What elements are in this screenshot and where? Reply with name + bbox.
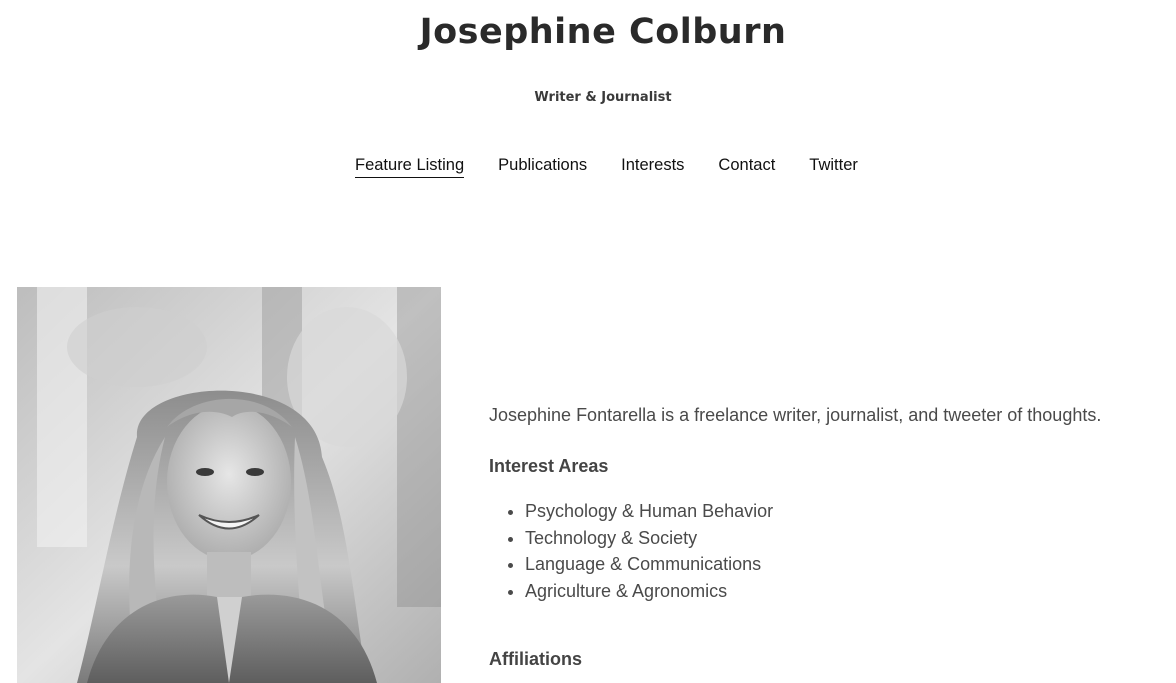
nav-link-feature-listing[interactable]: Feature Listing — [355, 156, 465, 178]
main-nav: Feature Listing Publications Interests C… — [355, 156, 858, 178]
interest-areas-heading: Interest Areas — [489, 456, 609, 476]
site-tagline: Writer & Journalist — [534, 90, 672, 105]
nav-link-contact[interactable]: Contact — [718, 156, 775, 178]
affiliations-heading: Affiliations — [489, 649, 582, 669]
portrait-photo — [17, 287, 441, 683]
list-item: Technology & Society — [525, 525, 773, 552]
interest-list: Psychology & Human Behavior Technology &… — [489, 498, 773, 604]
portrait-image — [17, 287, 441, 683]
bio-intro: Josephine Fontarella is a freelance writ… — [489, 405, 1102, 425]
list-item: Agriculture & Agronomics — [525, 578, 773, 605]
bio-section: Josephine Fontarella is a freelance writ… — [489, 402, 1169, 669]
list-item: Psychology & Human Behavior — [525, 498, 773, 525]
nav-link-twitter[interactable]: Twitter — [809, 156, 858, 178]
nav-link-interests[interactable]: Interests — [621, 156, 684, 178]
list-item: Language & Communications — [525, 551, 773, 578]
nav-link-publications[interactable]: Publications — [498, 156, 587, 178]
site-title[interactable]: Josephine Colburn — [0, 12, 1176, 52]
